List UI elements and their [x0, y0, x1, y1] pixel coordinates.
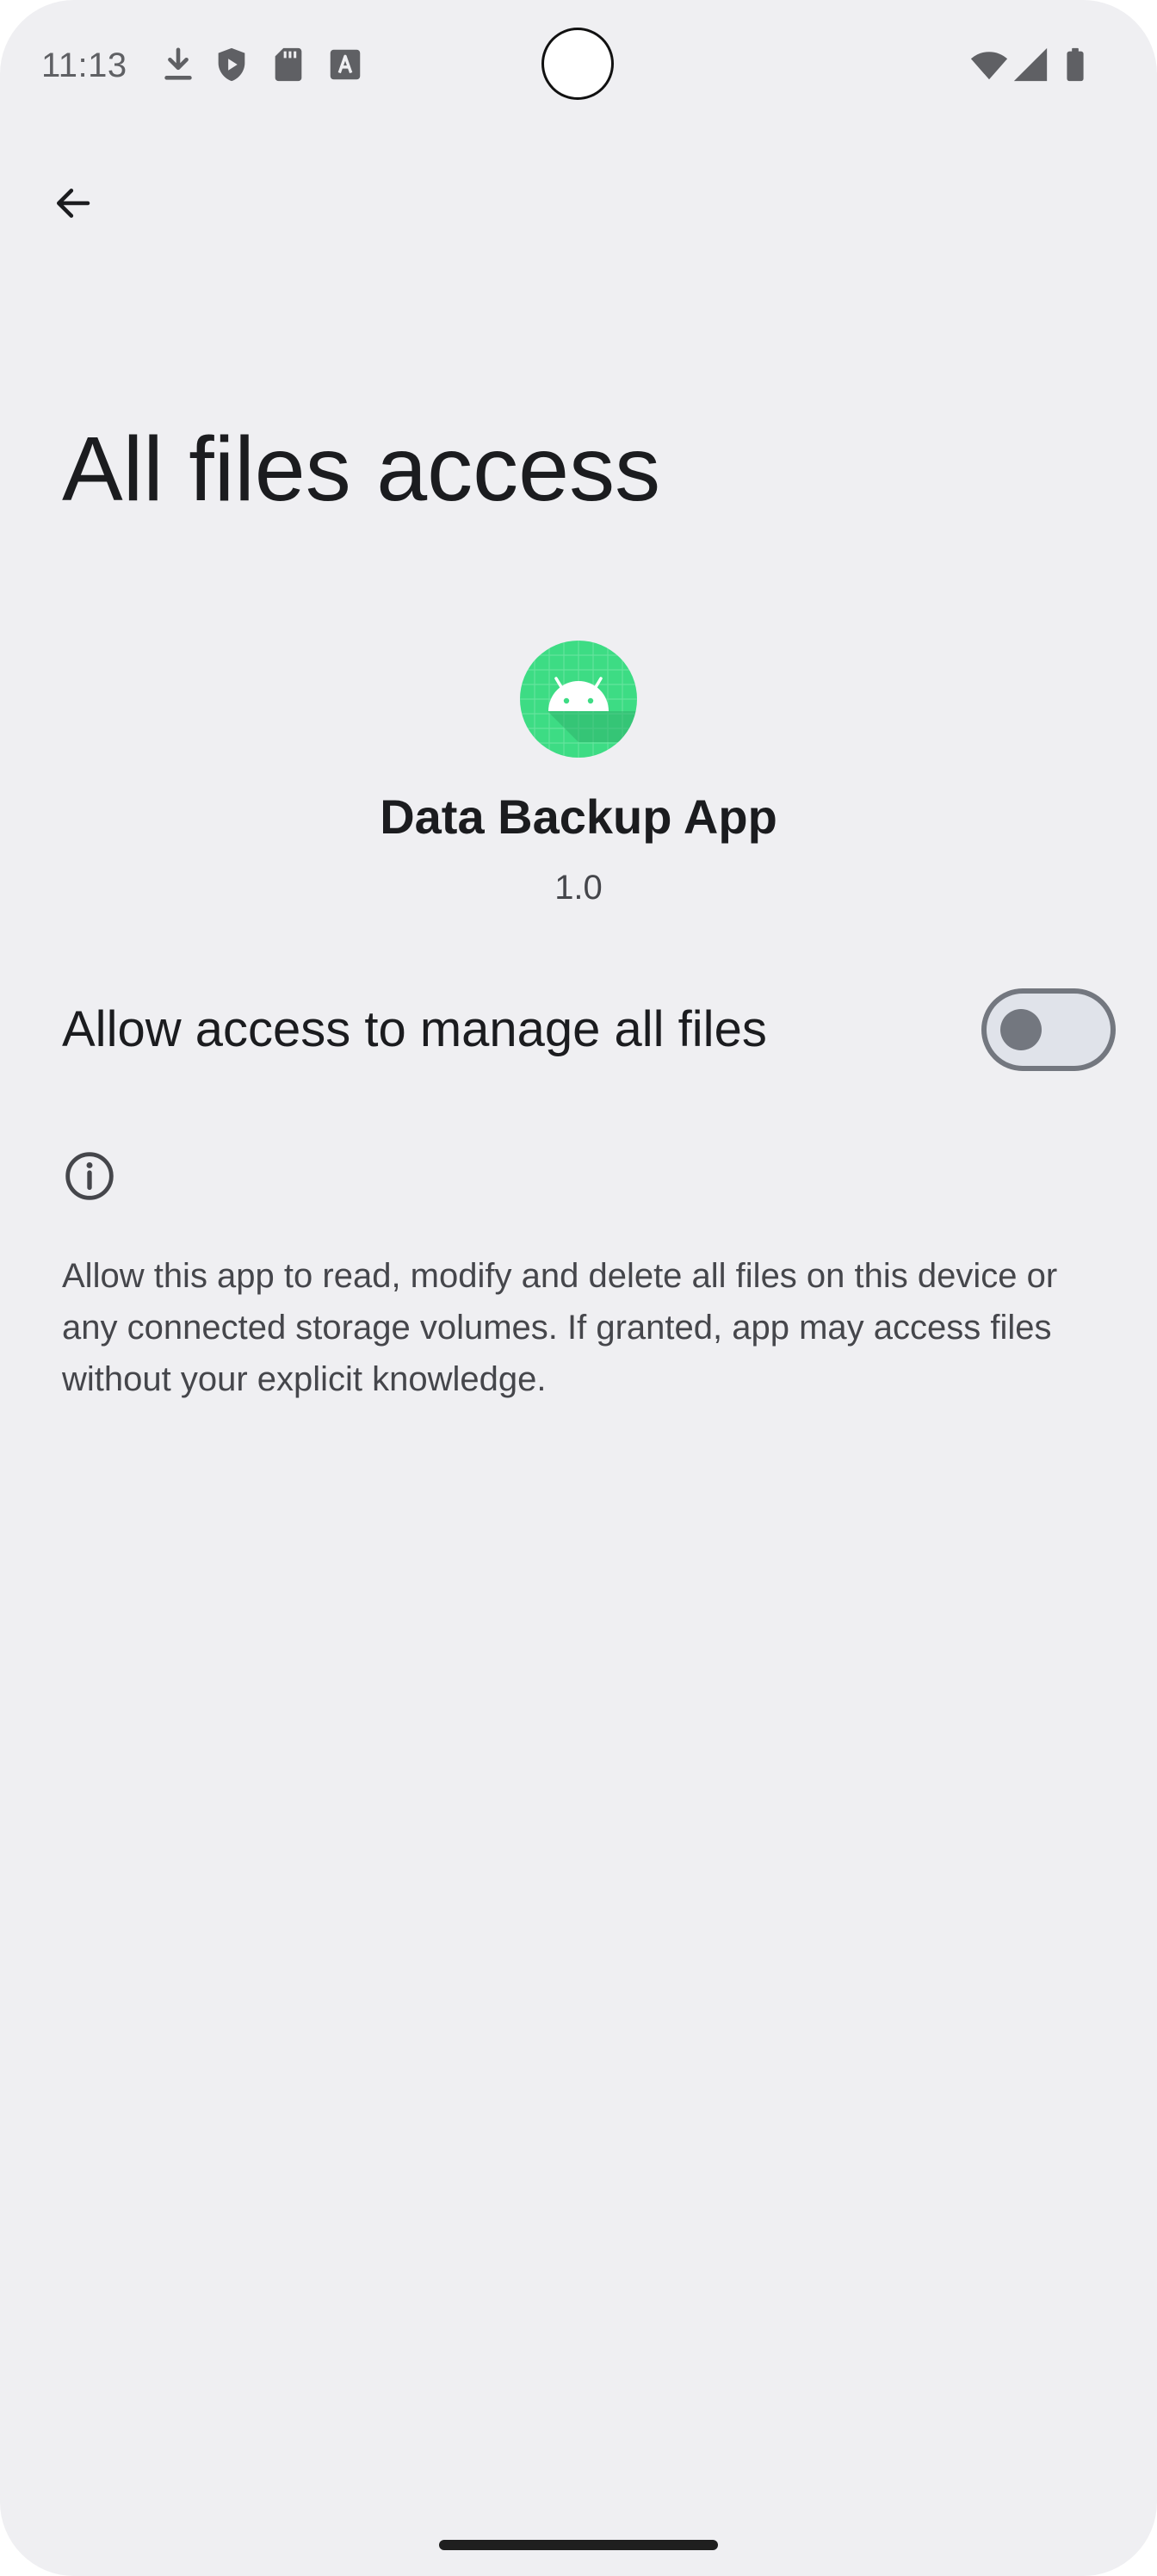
app-name: Data Backup App: [380, 790, 777, 844]
app-version: 1.0: [554, 869, 603, 907]
switch-thumb: [1000, 1009, 1042, 1050]
camera-cutout: [541, 28, 614, 100]
cellular-signal-icon: [1011, 45, 1050, 84]
android-app-icon: [520, 641, 637, 758]
font-a-icon: [325, 45, 365, 84]
permission-description: Allow this app to read, modify and delet…: [62, 1257, 1058, 1398]
back-button[interactable]: [29, 160, 115, 246]
sd-card-icon: [269, 45, 308, 84]
info-icon: [62, 1149, 117, 1204]
gesture-nav-handle[interactable]: [439, 2540, 718, 2550]
shield-play-icon: [212, 45, 251, 84]
status-time: 11:13: [41, 46, 127, 84]
permission-label: Allow access to manage all files: [62, 1001, 767, 1057]
permission-switch[interactable]: [981, 988, 1116, 1071]
battery-icon: [1055, 45, 1095, 84]
download-icon: [158, 45, 198, 84]
all-files-access-toggle-row[interactable]: Allow access to manage all files: [0, 964, 1157, 1097]
wifi-icon: [969, 45, 1009, 84]
screen: 11:13 All files access Data Backup App 1…: [0, 0, 1157, 2576]
arrow-back-icon: [49, 180, 96, 226]
page-title: All files access: [62, 418, 661, 520]
